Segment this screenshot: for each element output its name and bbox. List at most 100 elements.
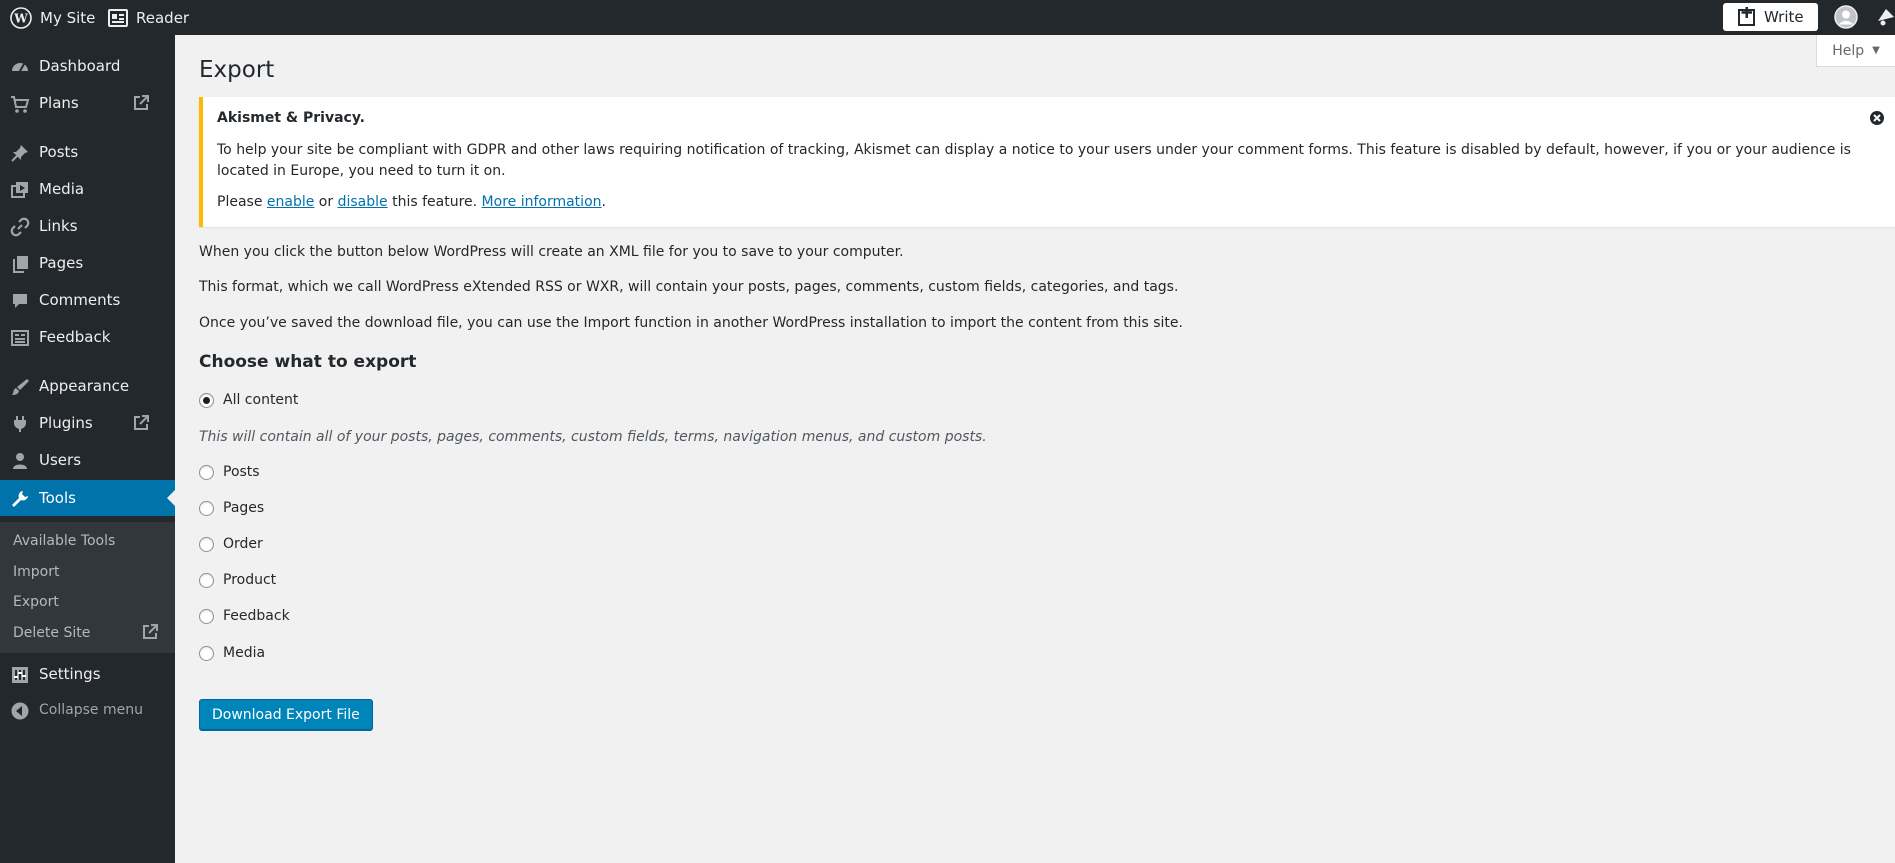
intro-paragraph: This format, which we call WordPress eXt… [199,279,1179,295]
reader-label: Reader [136,8,190,27]
sidebar-item-comments[interactable]: Comments [0,282,175,318]
sidebar-item-plugins[interactable]: Plugins [0,405,175,441]
write-button[interactable]: Write [1723,3,1818,31]
pin-icon [10,143,30,163]
sidebar-item-media[interactable]: Media [0,171,175,207]
sidebar-item-label: Settings [39,665,101,683]
collapse-icon [10,701,30,721]
write-icon [1738,7,1755,26]
section-heading: Choose what to export [199,352,417,372]
radio-button[interactable] [199,464,214,480]
sidebar-item-label: Appearance [39,377,130,395]
external-link-icon [141,623,159,645]
radio-pages[interactable]: Pages [199,500,264,516]
avatar[interactable] [1834,5,1858,29]
sidebar-item-label: Plugins [39,414,93,432]
akismet-privacy-notice: Akismet & Privacy. To help your site be … [199,97,1895,227]
sidebar-item-posts[interactable]: Posts [0,134,175,170]
sidebar-item-label: Comments [39,291,121,309]
sidebar-item-appearance[interactable]: Appearance [0,368,175,404]
help-label: Help [1832,42,1865,59]
sidebar-item-label: Posts [39,143,79,161]
radio-feedback[interactable]: Feedback [199,608,290,624]
wordpress-logo-icon: W [10,6,32,29]
radio-media[interactable]: Media [199,645,265,661]
radio-label: Product [223,572,277,588]
radio-all-content[interactable]: All content [199,392,298,408]
radio-label: Order [223,536,263,552]
radio-button[interactable] [199,608,214,624]
radio-button[interactable] [199,645,214,661]
notice-title: Akismet & Privacy. [217,110,366,126]
sidebar-item-label: Plans [39,94,79,112]
sidebar-item-label: Tools [39,489,76,507]
more-information-link[interactable]: More information [482,194,602,210]
help-tab[interactable]: Help ▼ [1816,35,1895,67]
external-link-icon [132,414,150,436]
link-icon [10,217,30,237]
comment-icon [10,291,30,311]
radio-button[interactable] [199,536,214,552]
admin-bar: W My Site Reader Write [0,0,1895,35]
enable-link[interactable]: enable [267,194,314,210]
submenu-item-available-tools[interactable]: Available Tools [13,533,115,549]
reader-icon [108,8,128,27]
dismiss-icon[interactable] [1869,110,1885,126]
download-export-file-button[interactable]: Download Export File [199,699,373,730]
option-description: This will contain all of your posts, pag… [199,429,987,445]
sidebar-item-label: Users [39,451,82,469]
radio-button[interactable] [199,572,214,588]
notice-body: To help your site be compliant with GDPR… [217,142,1851,179]
my-site-link[interactable]: W My Site [10,0,95,35]
notice-text: . [601,194,606,210]
sidebar-item-pages[interactable]: Pages [0,245,175,281]
sidebar-item-dashboard[interactable]: Dashboard [0,48,175,84]
sidebar-item-label: Dashboard [39,57,121,75]
sidebar-item-users[interactable]: Users [0,442,175,478]
radio-order[interactable]: Order [199,536,263,552]
radio-label: All content [223,392,299,408]
radio-button[interactable] [199,500,214,516]
collapse-label: Collapse menu [39,702,143,718]
cart-icon [10,94,30,114]
sidebar-item-links[interactable]: Links [0,208,175,244]
main-content: Help ▼ Export Akismet & Privacy. To help… [175,35,1895,863]
radio-product[interactable]: Product [199,572,276,588]
pages-icon [10,254,30,274]
reader-link[interactable]: Reader [108,0,189,35]
page-title: Export [199,57,275,83]
intro-paragraph: Once you’ve saved the download file, you… [199,315,1183,331]
caret-down-icon: ▼ [1872,45,1880,56]
submenu-item-delete-site[interactable]: Delete Site [13,625,90,641]
radio-label: Feedback [223,608,290,624]
radio-label: Media [223,645,266,661]
wrench-icon [10,489,30,509]
radio-button[interactable] [199,392,214,408]
notice-text: or [314,194,338,210]
sidebar-item-plans[interactable]: Plans [0,85,175,121]
tools-submenu: Available Tools Import Export Delete Sit… [0,522,175,653]
disable-link[interactable]: disable [338,194,388,210]
dashboard-icon [10,57,30,77]
radio-label: Pages [223,500,265,516]
notice-text: Please [217,194,267,210]
sidebar-item-feedback[interactable]: Feedback [0,319,175,355]
sidebar-item-tools[interactable]: Tools [0,480,175,516]
submenu-item-export[interactable]: Export [13,594,59,610]
sidebar-item-label: Feedback [39,328,111,346]
notifications-icon[interactable] [1875,5,1895,29]
admin-sidebar: Dashboard Plans Posts Media Links Pages … [0,35,175,863]
submenu-item-import[interactable]: Import [13,564,59,580]
collapse-menu-button[interactable]: Collapse menu [0,692,175,728]
plugin-icon [10,414,30,434]
sidebar-item-label: Media [39,180,85,198]
feedback-icon [10,328,30,348]
sidebar-item-label: Links [39,217,78,235]
user-icon [10,451,30,471]
external-link-icon [132,94,150,116]
write-label: Write [1764,8,1804,26]
notice-text: this feature. [387,194,482,210]
radio-posts[interactable]: Posts [199,464,260,480]
sidebar-item-label: Pages [39,254,84,272]
sidebar-item-settings[interactable]: Settings [0,656,175,692]
